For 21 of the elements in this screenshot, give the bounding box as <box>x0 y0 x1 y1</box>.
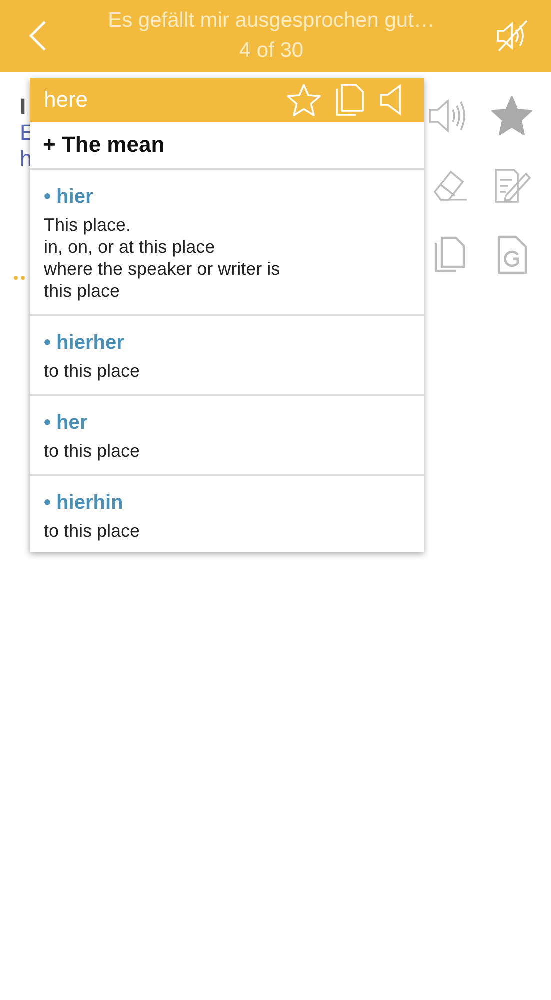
back-icon[interactable] <box>28 20 48 52</box>
dots-icon <box>14 276 26 280</box>
definition-text: this place <box>44 280 122 302</box>
copy-icon[interactable] <box>334 83 366 117</box>
popup-word: here <box>44 87 90 113</box>
definition-text: to this place <box>44 520 142 542</box>
definition-text: This place. <box>44 214 132 236</box>
translation-term: • her <box>44 411 89 436</box>
sentence-title: Es gefällt mir ausgesprochen gut… <box>107 8 436 34</box>
translation-term: • hier <box>44 185 94 210</box>
google-document-icon[interactable] <box>496 235 528 276</box>
definition-text: in, on, or at this place <box>44 236 216 258</box>
section-title[interactable]: + The mean <box>30 122 424 170</box>
definition-text: to this place <box>44 440 142 462</box>
translation-term: • hierhin <box>44 491 124 516</box>
definition-text: to this place <box>44 360 142 382</box>
translation-term: • hierher <box>44 331 126 356</box>
sentence-counter: 4 of 30 <box>238 38 305 64</box>
sentence-text: I <box>20 94 28 120</box>
definition-text: where the speaker or writer is <box>44 258 282 280</box>
star-icon[interactable] <box>490 94 534 137</box>
